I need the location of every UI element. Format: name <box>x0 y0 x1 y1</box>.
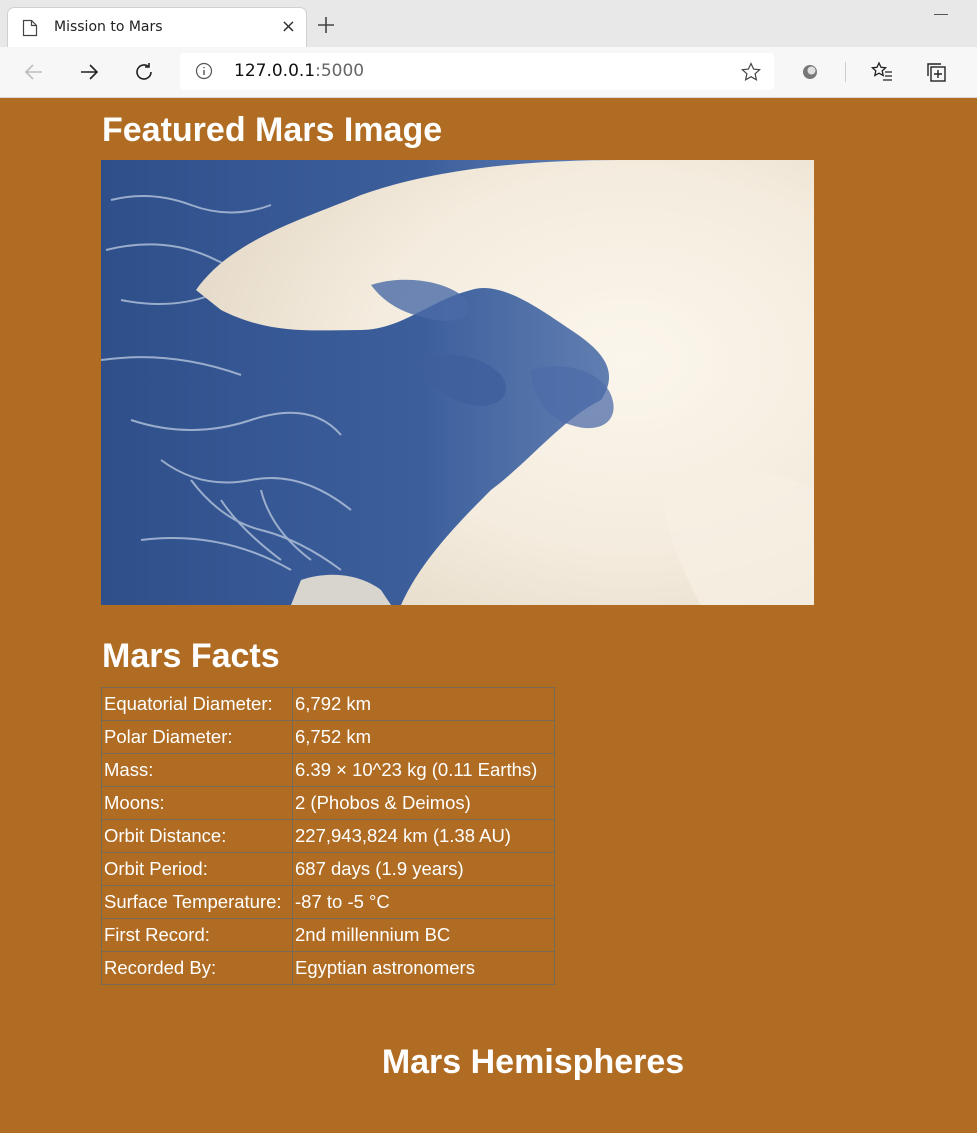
tab-title: Mission to Mars <box>54 19 163 35</box>
fact-value: 2 (Phobos & Deimos) <box>292 786 555 820</box>
featured-image-heading: Featured Mars Image <box>102 111 443 149</box>
fact-value: 6,752 km <box>292 720 555 754</box>
extension-icon[interactable] <box>797 59 823 85</box>
url-text[interactable]: 127.0.0.1:5000 <box>234 61 364 81</box>
fact-value: 227,943,824 km (1.38 AU) <box>292 819 555 853</box>
fact-label: Moons: <box>101 786 293 820</box>
mars-facts-heading: Mars Facts <box>102 637 280 675</box>
fact-value: 6,792 km <box>292 687 555 721</box>
table-row: Recorded By: Egyptian astronomers <box>101 951 555 985</box>
table-row: Polar Diameter: 6,752 km <box>101 720 555 754</box>
plus-icon[interactable] <box>315 14 337 36</box>
mars-hemispheres-heading: Mars Hemispheres <box>381 1043 685 1081</box>
featured-mars-image <box>101 160 814 605</box>
table-row: Mass: 6.39 × 10^23 kg (0.11 Earths) <box>101 753 555 787</box>
back-arrow-icon[interactable] <box>21 59 47 85</box>
page-content: Featured Mars Image Mars Facts Equatoria… <box>0 97 977 1133</box>
table-row: Orbit Period: 687 days (1.9 years) <box>101 852 555 886</box>
mars-facts-table: Equatorial Diameter: 6,792 km Polar Diame… <box>101 687 555 985</box>
tab-bar: Mission to Mars × <box>0 0 977 47</box>
info-icon[interactable] <box>195 62 213 80</box>
table-row: Equatorial Diameter: 6,792 km <box>101 687 555 721</box>
fact-label: Polar Diameter: <box>101 720 293 754</box>
minimize-icon[interactable] <box>934 14 948 15</box>
address-bar[interactable]: 127.0.0.1:5000 <box>180 53 774 90</box>
star-icon[interactable] <box>740 61 762 83</box>
collections-icon[interactable] <box>924 59 950 85</box>
toolbar-divider <box>845 62 846 82</box>
fact-label: Equatorial Diameter: <box>101 687 293 721</box>
fact-label: Orbit Period: <box>101 852 293 886</box>
table-row: Moons: 2 (Phobos & Deimos) <box>101 786 555 820</box>
browser-toolbar: 127.0.0.1:5000 <box>0 47 977 98</box>
fact-label: First Record: <box>101 918 293 952</box>
table-row: Surface Temperature: -87 to -5 °C <box>101 885 555 919</box>
url-port: :5000 <box>315 61 365 81</box>
fact-value: 687 days (1.9 years) <box>292 852 555 886</box>
fact-label: Orbit Distance: <box>101 819 293 853</box>
fact-label: Recorded By: <box>101 951 293 985</box>
fact-value: -87 to -5 °C <box>292 885 555 919</box>
url-host: 127.0.0.1 <box>234 61 316 81</box>
fact-value: 2nd millennium BC <box>292 918 555 952</box>
fact-label: Surface Temperature: <box>101 885 293 919</box>
fact-label: Mass: <box>101 753 293 787</box>
forward-arrow-icon[interactable] <box>76 59 102 85</box>
page-icon <box>22 19 38 37</box>
browser-tab[interactable]: Mission to Mars × <box>8 8 306 47</box>
close-icon[interactable]: × <box>281 17 296 37</box>
table-row: First Record: 2nd millennium BC <box>101 918 555 952</box>
fact-value: Egyptian astronomers <box>292 951 555 985</box>
table-row: Orbit Distance: 227,943,824 km (1.38 AU) <box>101 819 555 853</box>
favorites-icon[interactable] <box>869 59 895 85</box>
fact-value: 6.39 × 10^23 kg (0.11 Earths) <box>292 753 555 787</box>
refresh-icon[interactable] <box>131 59 157 85</box>
